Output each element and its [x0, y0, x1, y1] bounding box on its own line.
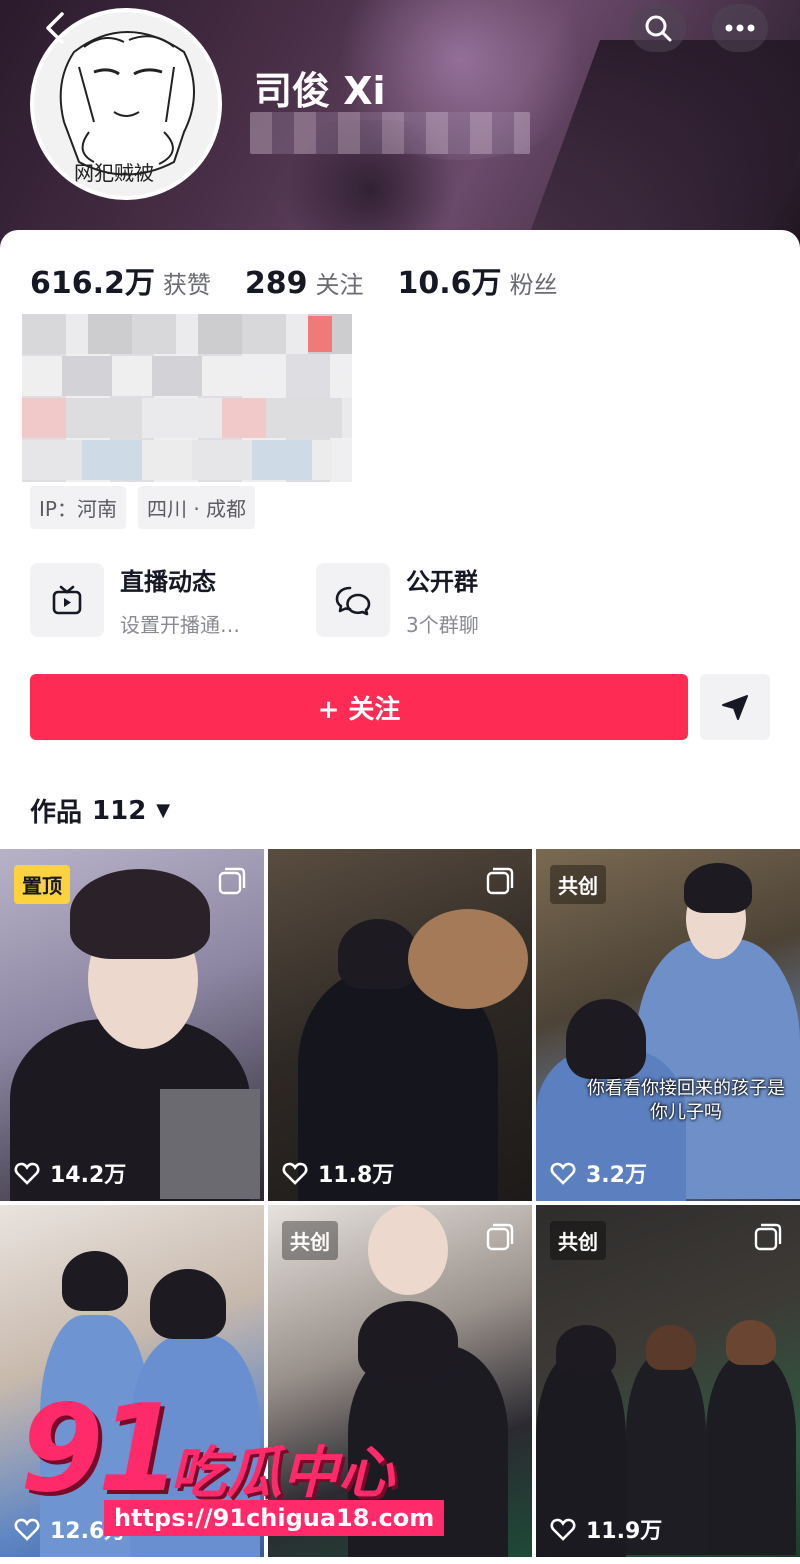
feature-icon-box: [30, 563, 104, 637]
following-label[interactable]: 关注: [316, 265, 364, 300]
watermark-number: 91: [20, 1380, 181, 1519]
pinned-badge: 置顶: [14, 865, 70, 904]
video-likes: 11.8万: [282, 1157, 394, 1189]
video-tile[interactable]: 共创 你看看你接回来的孩子是你儿子吗 3.2万: [536, 849, 800, 1201]
follow-button[interactable]: + 关注: [30, 674, 688, 740]
ip-location-tag: IP：河南: [30, 486, 126, 529]
collab-badge: 共创: [550, 1221, 606, 1260]
multi-photo-icon: [754, 1223, 782, 1251]
followers-label[interactable]: 粉丝: [510, 265, 558, 300]
collab-badge: 共创: [282, 1221, 338, 1260]
video-likes: 14.2万: [14, 1157, 126, 1189]
video-likes-count: 11.8万: [318, 1163, 395, 1188]
video-tile[interactable]: 置顶 14.2万: [0, 849, 264, 1201]
feature-icon-box: [316, 563, 390, 637]
works-label: 作品: [30, 798, 83, 828]
video-likes-count: 11.9万: [586, 1519, 663, 1544]
figure-shape: [684, 863, 752, 913]
blurred-bio: [22, 314, 352, 482]
avatar-text: 网犯贼被: [74, 161, 154, 185]
multi-photo-icon: [486, 1223, 514, 1251]
figure-shape: [150, 1269, 226, 1339]
profile-header: 网犯贼被 司俊 Xi: [0, 0, 800, 260]
figure-shape: [706, 1355, 796, 1555]
video-tile[interactable]: 共创 11.9万: [536, 1205, 800, 1557]
figure-shape: [556, 1325, 616, 1375]
figure-shape: [368, 1205, 448, 1295]
search-icon: [645, 15, 672, 42]
search-button[interactable]: [630, 4, 686, 52]
figure-shape: [62, 1251, 128, 1311]
works-tab[interactable]: 作品 112 ▼: [30, 792, 170, 829]
group-feature[interactable]: 公开群 3个群聊: [316, 562, 479, 638]
video-likes-count: 14.2万: [50, 1163, 127, 1188]
heart-icon: [282, 1162, 308, 1185]
profile-name: 司俊 Xi: [254, 69, 386, 113]
figure-shape: [726, 1320, 776, 1365]
send-icon: [722, 695, 748, 720]
watermark-url: https://91chigua18.com: [104, 1500, 445, 1536]
more-icon: [725, 24, 755, 32]
video-tile[interactable]: 11.8万: [268, 849, 532, 1201]
city-tag[interactable]: 四川 · 成都: [137, 486, 256, 529]
figure-shape: [358, 1301, 458, 1381]
live-feature-subtitle: 设置开播通…: [120, 613, 240, 637]
profile-stats: 616.2万 获赞 289 关注 10.6万 粉丝: [30, 258, 592, 302]
tv-icon: [52, 585, 82, 615]
works-count: 112: [92, 795, 147, 826]
video-likes-count: 3.2万: [586, 1163, 647, 1188]
blurred-account-id: [250, 112, 530, 154]
chevron-left-icon: [46, 12, 64, 44]
figure-shape: [646, 1325, 696, 1370]
multi-photo-icon: [486, 867, 514, 895]
caret-down-icon: ▼: [156, 800, 171, 821]
inset-image: [160, 1089, 260, 1199]
followers-count[interactable]: 10.6万: [398, 258, 502, 302]
likes-count[interactable]: 616.2万: [30, 258, 155, 302]
following-count[interactable]: 289: [245, 266, 308, 301]
live-feature[interactable]: 直播动态 设置开播通…: [30, 562, 240, 638]
profile-card: 616.2万 获赞 289 关注 10.6万 粉丝 IP：河南 四川 · 成都 …: [0, 230, 800, 850]
multi-photo-icon: [218, 867, 246, 895]
live-feature-title: 直播动态: [120, 568, 216, 596]
group-chat-icon: [335, 586, 371, 616]
figure-shape: [566, 999, 646, 1079]
group-feature-subtitle: 3个群聊: [406, 613, 479, 637]
video-likes: 3.2万: [550, 1157, 647, 1189]
figure-shape: [338, 919, 418, 989]
message-button[interactable]: [700, 674, 770, 740]
more-button[interactable]: [712, 4, 768, 52]
watermark-text: 吃瓜中心: [170, 1441, 394, 1506]
collab-badge: 共创: [550, 865, 606, 904]
likes-label[interactable]: 获赞: [163, 265, 211, 300]
group-feature-title: 公开群: [406, 568, 478, 596]
heart-icon: [550, 1518, 576, 1541]
profile-tags: IP：河南 四川 · 成都: [30, 486, 267, 529]
heart-icon: [14, 1162, 40, 1185]
bouquet-shape: [408, 909, 528, 1009]
figure-shape: [70, 869, 210, 959]
heart-icon: [550, 1162, 576, 1185]
video-caption: 你看看你接回来的孩子是你儿子吗: [587, 1078, 785, 1123]
video-likes: 11.9万: [550, 1513, 662, 1545]
back-button[interactable]: [40, 10, 76, 46]
watermark: 91 吃瓜中心 https://91chigua18.com: [20, 1380, 445, 1550]
